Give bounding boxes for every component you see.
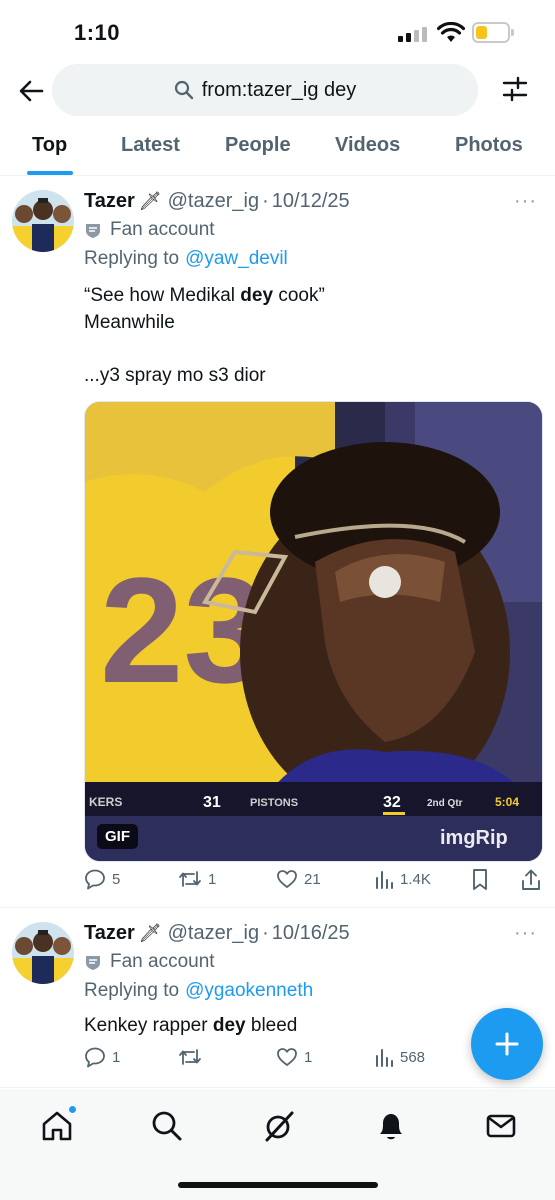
search-icon: [152, 1111, 182, 1141]
fan-account-label: Fan account: [110, 219, 215, 240]
scoreboard-clock: 5:04: [495, 795, 519, 809]
reply-button[interactable]: 5: [84, 868, 120, 890]
nav-messages[interactable]: [484, 1109, 518, 1143]
scoreboard-team1: KERS: [89, 795, 122, 809]
bookmark-icon[interactable]: [470, 868, 490, 892]
sword-emoji-icon: 🗡: [138, 190, 162, 211]
search-input[interactable]: from:tazer_ig dey: [52, 64, 478, 116]
display-name[interactable]: Tazer: [84, 922, 135, 945]
tab-people[interactable]: People: [225, 134, 291, 157]
share-icon[interactable]: [520, 868, 542, 892]
fan-account-badge-icon: [86, 956, 100, 970]
heart-icon: [277, 1048, 297, 1066]
gif-badge: GIF: [97, 824, 138, 849]
battery-icon: [472, 22, 514, 43]
tweet-text-segment: bleed: [245, 1015, 298, 1036]
tab-photos[interactable]: Photos: [455, 134, 523, 157]
like-button[interactable]: 1: [276, 1046, 312, 1068]
avatar[interactable]: [12, 190, 74, 252]
nav-grok[interactable]: [262, 1109, 296, 1143]
tab-top[interactable]: Top: [32, 134, 67, 157]
repost-count: 1: [208, 870, 217, 888]
handle[interactable]: @tazer_ig: [168, 190, 259, 213]
tweet[interactable]: Tazer 🗡 @tazer_ig · 10/12/25 ··· Fan acc…: [0, 176, 555, 908]
search-query: from:tazer_ig dey: [201, 78, 357, 101]
tweet-text-line: Meanwhile: [84, 312, 175, 333]
messages-icon: [486, 1114, 516, 1138]
nav-home[interactable]: [40, 1105, 77, 1143]
views-icon: [376, 1049, 393, 1067]
back-arrow-icon[interactable]: [16, 76, 46, 106]
display-name[interactable]: Tazer: [84, 190, 135, 213]
tweet-gif-media[interactable]: 23 KERS 31 PISTONS 32 2nd Qtr 5:04 imgRi…: [84, 401, 543, 862]
status-bar: 1:10: [0, 0, 555, 62]
like-count: 1: [304, 1048, 313, 1066]
home-icon: [42, 1111, 72, 1141]
nav-notifications[interactable]: [374, 1109, 408, 1143]
search-filter-icon[interactable]: [501, 75, 529, 103]
views-button[interactable]: 1.4K: [374, 868, 431, 890]
scoreboard-team2: PISTONS: [250, 797, 298, 809]
tweet-date: 10/16/25: [271, 921, 350, 944]
wifi-icon: [437, 22, 465, 42]
repost-icon: [179, 871, 201, 887]
search-tabs: Top Latest People Videos Photos: [0, 124, 555, 176]
gif-watermark: imgRip: [440, 827, 508, 849]
plus-icon: [495, 1032, 519, 1056]
nav-search[interactable]: [150, 1109, 184, 1143]
active-tab-indicator: [27, 171, 73, 175]
handle[interactable]: @tazer_ig: [168, 922, 259, 945]
reply-icon: [85, 869, 105, 890]
home-indicator: [178, 1182, 378, 1188]
avatar[interactable]: [12, 922, 74, 984]
replying-to-label: Replying to: [84, 248, 180, 269]
tweet-text-segment: “See how Medikal: [84, 285, 241, 306]
gif-image: 23 KERS 31 PISTONS 32 2nd Qtr 5:04 imgRi…: [85, 402, 542, 861]
grok-icon: [265, 1111, 294, 1142]
search-icon: [174, 80, 193, 100]
views-icon: [376, 871, 393, 889]
like-count: 21: [304, 870, 321, 888]
more-options-icon[interactable]: ···: [514, 190, 537, 213]
tweet-text-line: ...y3 spray mo s3 dior: [84, 365, 266, 386]
compose-post-button[interactable]: [471, 1008, 543, 1080]
search-header: from:tazer_ig dey: [0, 62, 555, 118]
tweet-actions: 5 1 21 1.4K: [84, 868, 543, 898]
tweet-text-segment: cook”: [273, 285, 325, 306]
fan-account-label: Fan account: [110, 951, 215, 972]
tweet[interactable]: Tazer 🗡 @tazer_ig · 10/16/25 ··· Fan acc…: [0, 908, 555, 1088]
fan-account-badge-icon: [86, 224, 100, 238]
replying-to-label: Replying to: [84, 980, 180, 1001]
tweet-text-segment: Kenkey rapper: [84, 1015, 213, 1036]
scoreboard-score2: 32: [383, 794, 401, 811]
tweet-text-highlight: dey: [240, 285, 274, 306]
reply-count: 1: [112, 1048, 121, 1066]
like-button[interactable]: 21: [276, 868, 321, 890]
repost-icon: [179, 1049, 201, 1065]
notifications-icon: [380, 1114, 402, 1140]
heart-icon: [277, 870, 297, 888]
tweet-text-highlight: dey: [212, 1015, 246, 1036]
sword-emoji-icon: 🗡: [138, 922, 162, 943]
more-options-icon[interactable]: ···: [514, 922, 537, 945]
reply-icon: [85, 1047, 105, 1068]
reply-mention-link[interactable]: @yaw_devil: [185, 248, 288, 270]
view-count: 568: [400, 1048, 426, 1066]
cell-signal-icon: [398, 26, 428, 42]
scoreboard-score1: 31: [203, 794, 221, 811]
repost-button[interactable]: [178, 1046, 208, 1068]
scoreboard-period: 2nd Qtr: [427, 798, 463, 809]
home-notification-dot: [68, 1105, 77, 1114]
status-time: 1:10: [74, 20, 121, 45]
reply-mention-link[interactable]: @ygaokenneth: [185, 980, 313, 1002]
tweet-date: 10/12/25: [271, 189, 350, 212]
tweet-text: “See how Medikal dey cook” Meanwhile ...…: [84, 282, 543, 389]
tab-latest[interactable]: Latest: [121, 134, 180, 157]
view-count: 1.4K: [400, 870, 431, 888]
repost-button[interactable]: 1: [178, 868, 216, 890]
reply-button[interactable]: 1: [84, 1046, 120, 1068]
tab-videos[interactable]: Videos: [335, 134, 400, 157]
views-button[interactable]: 568: [374, 1046, 425, 1068]
reply-count: 5: [112, 870, 121, 888]
